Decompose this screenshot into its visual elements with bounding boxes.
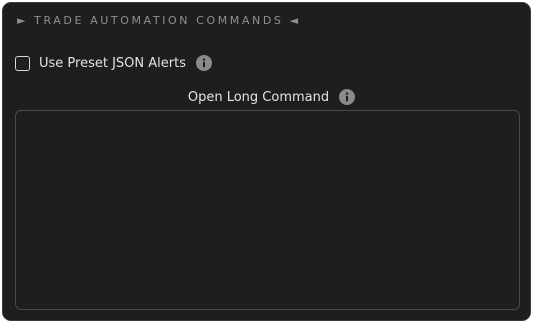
section-title: ► TRADE AUTOMATION COMMANDS ◄ (17, 14, 301, 27)
preset-json-alerts-row: Use Preset JSON Alerts (15, 53, 212, 73)
open-long-command-textarea[interactable] (15, 110, 520, 310)
preset-json-alerts-label[interactable]: Use Preset JSON Alerts (39, 56, 186, 71)
open-long-command-label: Open Long Command (187, 89, 330, 105)
trade-automation-panel: ► TRADE AUTOMATION COMMANDS ◄ Use Preset… (2, 2, 531, 321)
open-long-command-label-row: Open Long Command (3, 87, 530, 107)
info-icon[interactable] (339, 89, 356, 105)
preset-json-alerts-checkbox[interactable] (15, 55, 30, 71)
info-icon[interactable] (195, 55, 212, 71)
